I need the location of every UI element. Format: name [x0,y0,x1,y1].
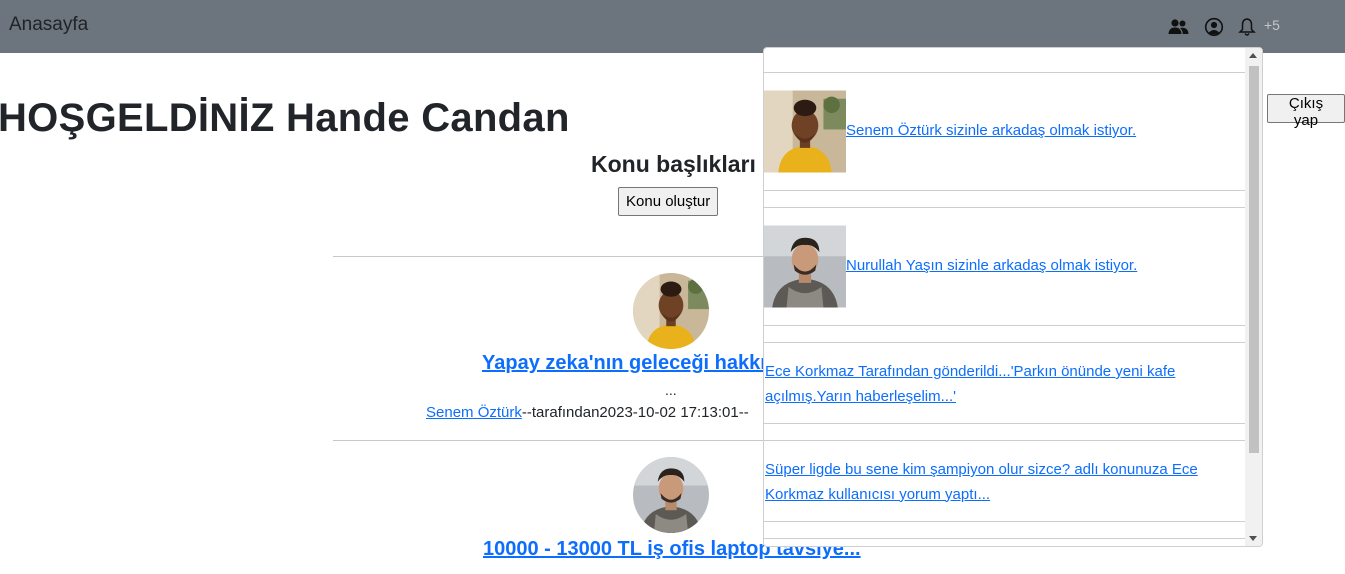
brand-home-link[interactable]: Anasayfa [9,14,88,36]
profile-icon[interactable] [1204,17,1224,37]
notification-divider [764,440,1246,441]
post-divider [333,440,773,441]
notification-divider [764,72,1246,73]
post-author-avatar [633,273,709,349]
scrollbar-thumb[interactable] [1249,66,1259,453]
notification-divider [764,325,1246,326]
top-navbar: Anasayfa +5 [0,0,1345,53]
notification-count-badge: +5 [1264,17,1280,33]
create-topic-button[interactable]: Konu oluştur [618,187,719,216]
post-meta: Senem Öztürk--tarafından2023-10-02 17:13… [426,404,749,421]
post-excerpt: ... [665,382,677,398]
post-author-avatar [633,457,709,533]
notification-divider [764,423,1246,424]
friends-icon[interactable] [1168,17,1189,37]
post-meta-text: --tarafından2023-10-02 17:13:01-- [521,404,749,421]
topics-section-title: Konu başlıkları [591,151,756,177]
comment-notification-link[interactable]: Süper ligde bu sene kim şampiyon olur si… [765,458,1235,507]
welcome-heading: HOŞGELDİNİZ Hande Candan [0,96,570,140]
notification-divider [764,190,1246,191]
bell-icon[interactable] [1238,17,1258,37]
post-title-link[interactable]: Yapay zeka'nın geleceği hakkı [482,352,766,375]
notification-divider [764,521,1246,522]
post-author-link[interactable]: Senem Öztürk [426,404,522,421]
logout-button[interactable]: Çıkış yap [1267,94,1345,129]
notification-avatar [764,89,846,174]
notifications-dropdown[interactable]: Senem Öztürk sizinle arkadaş olmak istiy… [763,47,1263,547]
notification-divider [764,207,1246,208]
notification-divider [764,342,1246,343]
friend-request-link[interactable]: Nurullah Yaşın sizinle arkadaş olmak ist… [846,254,1137,279]
scroll-down-arrow-icon[interactable] [1249,536,1257,541]
post-divider [333,256,773,257]
dropdown-scrollbar[interactable] [1245,48,1262,546]
notification-avatar [764,224,846,309]
notification-divider [764,538,1246,539]
friend-request-link[interactable]: Senem Öztürk sizinle arkadaş olmak istiy… [846,119,1136,144]
scroll-up-arrow-icon[interactable] [1249,53,1257,58]
message-notification-link[interactable]: Ece Korkmaz Tarafından gönderildi...'Par… [765,360,1215,409]
